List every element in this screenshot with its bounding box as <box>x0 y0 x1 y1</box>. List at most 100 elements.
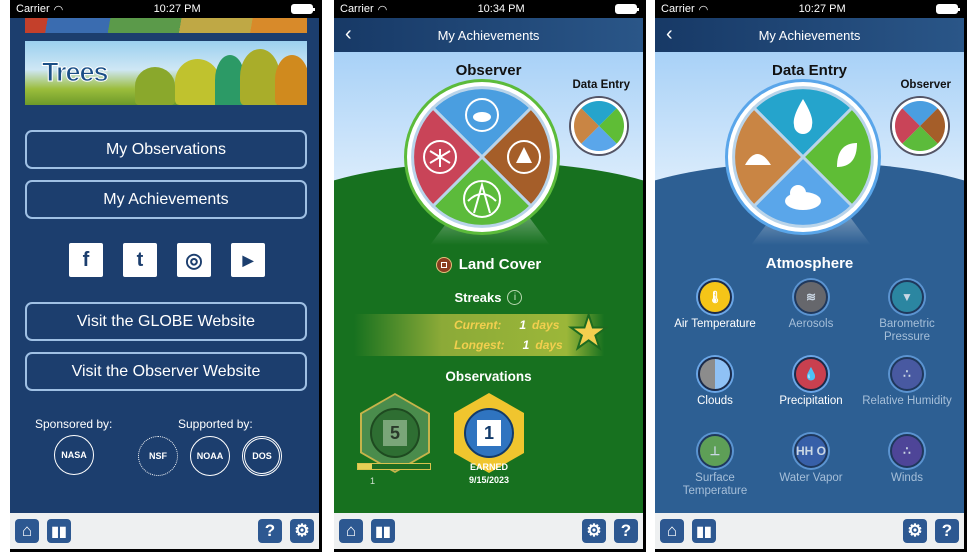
help-button[interactable]: ? <box>258 519 282 543</box>
current-streak-unit: days <box>532 318 560 332</box>
nav-title: My Achievements <box>437 27 540 43</box>
parameter-icon: ≋ <box>794 280 828 314</box>
parameter-icon: ∴ <box>890 357 924 391</box>
home-button[interactable]: ⌂ <box>660 519 684 543</box>
help-icon: ? <box>941 521 953 540</box>
help-icon: ? <box>264 521 276 540</box>
home-icon: ⌂ <box>345 521 357 540</box>
badge-earned-label: EARNED <box>469 462 508 472</box>
help-icon: ? <box>620 521 632 540</box>
youtube-icon[interactable]: ▶ <box>231 243 265 277</box>
state-department-logo[interactable]: DOS <box>242 436 282 476</box>
switch-category-label: Observer <box>900 79 951 91</box>
my-achievements-button[interactable]: My Achievements <box>25 180 307 219</box>
longest-streak-label: Longest: <box>454 338 505 352</box>
carrier-label: Carrier <box>661 3 695 15</box>
parameter-label: Aerosols <box>788 318 834 330</box>
trees-banner[interactable]: Trees <box>25 41 307 105</box>
streaks-banner: Current: 1 days Longest: 1 days <box>354 314 604 356</box>
home-screen: Carrier ◠ 10:27 PM Trees My Observations … <box>10 0 322 552</box>
parameter-icon: 💧 <box>794 357 828 391</box>
visit-observer-button[interactable]: Visit the Observer Website <box>25 352 307 391</box>
stats-button[interactable]: ▮▮ <box>371 519 395 543</box>
status-bar: Carrier ◠ 10:27 PM <box>10 0 319 18</box>
data-entry-wheel <box>728 82 878 232</box>
parameter-surface-temperature[interactable]: ⊥ Surface Temperature <box>667 434 763 498</box>
my-observations-button[interactable]: My Observations <box>25 130 307 169</box>
clock: 10:27 PM <box>798 3 846 15</box>
home-icon: ⌂ <box>666 521 678 540</box>
gear-icon: ⚙ <box>294 521 310 540</box>
stats-button[interactable]: ▮▮ <box>47 519 71 543</box>
parameter-label: Surface Temperature <box>682 472 748 497</box>
parameter-label: Barometric Pressure <box>879 318 935 343</box>
switch-category-label: Data Entry <box>572 79 630 91</box>
tree-illustration <box>135 67 175 105</box>
bar-chart-icon: ▮▮ <box>51 522 67 539</box>
facebook-icon[interactable]: f <box>69 243 103 277</box>
badge-number: 1 <box>477 420 501 446</box>
battery-icon <box>935 4 960 14</box>
star-icon: ★ <box>567 306 610 358</box>
parameter-label: Precipitation <box>779 395 843 407</box>
current-streak-value: 1 <box>519 318 527 332</box>
current-streak-label: Current: <box>454 318 502 332</box>
parameter-water-vapor[interactable]: HH O Water Vapor <box>763 434 859 485</box>
home-button[interactable]: ⌂ <box>15 519 39 543</box>
parameter-label: Winds <box>891 472 923 484</box>
parameter-barometric-pressure[interactable]: ▼ Barometric Pressure <box>859 280 955 344</box>
parameter-winds[interactable]: ∴ Winds <box>859 434 955 485</box>
badge-progress-bar <box>357 463 431 470</box>
back-icon[interactable]: ‹ <box>345 23 352 46</box>
bottom-toolbar: ⌂ ▮▮ ? ⚙ <box>10 513 319 549</box>
social-links: f t ◎ ▶ <box>69 243 265 277</box>
parameter-label: Clouds <box>697 395 733 407</box>
data-entry-achievements-screen: Carrier ◠ 10:27 PM ‹ My Achievements Data… <box>655 0 967 552</box>
status-bar: Carrier ◠ 10:27 PM <box>655 0 964 18</box>
help-button[interactable]: ? <box>614 519 638 543</box>
parameter-air-temperature[interactable]: 🌡 Air Temperature <box>667 280 763 331</box>
parameter-label: Relative Humidity <box>862 395 952 407</box>
carrier-label: Carrier <box>16 3 50 15</box>
help-button[interactable]: ? <box>935 519 959 543</box>
info-icon[interactable]: i <box>507 290 523 305</box>
banner-title: Trees <box>42 57 110 88</box>
settings-button[interactable]: ⚙ <box>290 519 314 543</box>
twitter-icon[interactable]: t <box>123 243 157 277</box>
visit-globe-button[interactable]: Visit the GLOBE Website <box>25 302 307 341</box>
nsf-logo[interactable]: NSF <box>138 436 178 476</box>
observer-switch-button[interactable] <box>892 98 948 154</box>
parameter-icon: 🌡 <box>698 280 732 314</box>
badge-progress-fill <box>358 464 373 469</box>
gear-icon: ⚙ <box>907 521 923 540</box>
parameter-icon: ∴ <box>890 434 924 468</box>
parameter-precipitation[interactable]: 💧 Precipitation <box>763 357 859 408</box>
parameter-icon: HH O <box>794 434 828 468</box>
streaks-header: Streaks i <box>334 290 643 305</box>
bottom-toolbar: ⌂ ▮▮ ⚙ ? <box>334 513 643 549</box>
tree-illustration <box>275 55 307 105</box>
parameter-aerosols[interactable]: ≋ Aerosols <box>763 280 859 331</box>
gear-icon: ⚙ <box>586 521 602 540</box>
home-button[interactable]: ⌂ <box>339 519 363 543</box>
parameter-label: Air Temperature <box>674 318 756 330</box>
wifi-icon: ◠ <box>53 3 64 16</box>
nasa-logo[interactable]: NASA <box>54 435 94 475</box>
mini-wheel <box>574 101 624 151</box>
selected-category: Land Cover <box>334 256 643 273</box>
data-entry-switch-button[interactable] <box>571 98 627 154</box>
tree-illustration <box>175 59 220 105</box>
stats-button[interactable]: ▮▮ <box>692 519 716 543</box>
noaa-logo[interactable]: NOAA <box>190 436 230 476</box>
wifi-icon: ◠ <box>377 3 388 16</box>
parameter-clouds[interactable]: Clouds <box>667 357 763 408</box>
instagram-icon[interactable]: ◎ <box>177 243 211 277</box>
back-icon[interactable]: ‹ <box>666 23 673 46</box>
longest-streak-value: 1 <box>522 338 530 352</box>
previous-banner[interactable] <box>25 18 307 33</box>
bottom-toolbar: ⌂ ▮▮ ⚙ ? <box>655 513 964 549</box>
parameter-icon <box>698 357 732 391</box>
settings-button[interactable]: ⚙ <box>582 519 606 543</box>
settings-button[interactable]: ⚙ <box>903 519 927 543</box>
parameter-relative-humidity[interactable]: ∴ Relative Humidity <box>859 357 955 408</box>
